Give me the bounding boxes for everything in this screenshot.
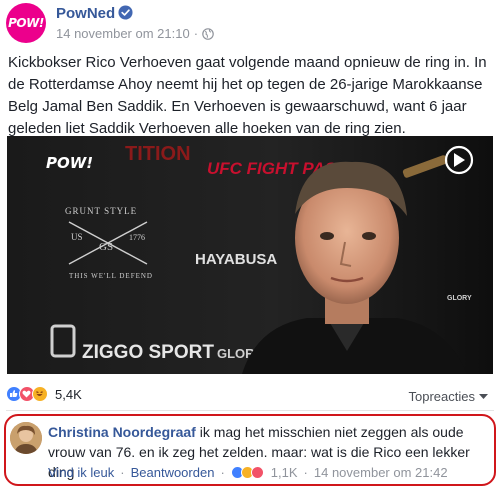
backdrop-gs: GS [99,241,113,253]
video-player[interactable]: TITION GRUNT STYLE US GS 1776 THIS WE'LL… [7,136,493,374]
backdrop-grunt-style: GRUNT STYLE [65,206,137,216]
pow-logo: POW! [8,16,44,30]
comment-timestamp[interactable]: 14 november om 21:42 [314,465,448,480]
backdrop-hayabusa: HAYABUSA [195,251,277,268]
video-frame: TITION GRUNT STYLE US GS 1776 THIS WE'LL… [7,136,493,374]
page-avatar[interactable]: POW! [6,3,46,43]
chevron-down-icon [479,393,488,399]
comment-reply-link[interactable]: Beantwoorden [131,465,215,480]
backdrop-1776: 1776 [129,233,145,242]
post-header: POW! PowNed 14 november om 21:10 · [0,0,500,46]
post-timestamp[interactable]: 14 november om 21:10 [56,26,190,41]
comment-author-link[interactable]: Christina Noordegraaf [48,424,196,440]
page-name-link[interactable]: PowNed [56,5,115,22]
comment-actions: Vind ik leuk · Beantwoorden · 1,1K · 14 … [48,465,448,480]
divider [6,410,494,411]
commenter-avatar[interactable] [10,422,42,454]
backdrop-defend: THIS WE'LL DEFEND [69,272,153,280]
reactions-bar[interactable]: 5,4K [6,386,82,402]
sort-comments-button[interactable]: Topreacties [409,389,488,404]
haha-icon [32,386,48,402]
globe-icon[interactable] [202,27,214,40]
post-body: Kickbokser Rico Verhoeven gaat volgende … [8,54,487,137]
comment-reaction-count[interactable]: 1,1K [271,465,298,480]
action-separator: · [303,465,308,480]
reaction-count[interactable]: 5,4K [55,387,82,402]
sort-label: Topreacties [408,389,475,404]
backdrop-text-tition: TITION [125,143,191,165]
verified-icon [118,5,133,20]
action-separator: · [220,465,225,480]
comment-highlight: Christina Noordegraaf ik mag het misschi… [4,414,496,486]
video-pow-watermark: POW! [46,154,93,172]
comment-reactions[interactable] [230,466,264,479]
post-meta: 14 november om 21:10 · [56,26,214,41]
meta-separator: · [193,26,199,41]
backdrop-ziggo: ZIGGO SPORT [82,342,214,363]
backdrop-us: US [71,232,83,242]
action-separator: · [120,465,125,480]
backdrop-glory-2: GLORY [447,295,472,302]
comment-like-link[interactable]: Vind ik leuk [48,465,114,480]
love-icon [250,466,264,479]
